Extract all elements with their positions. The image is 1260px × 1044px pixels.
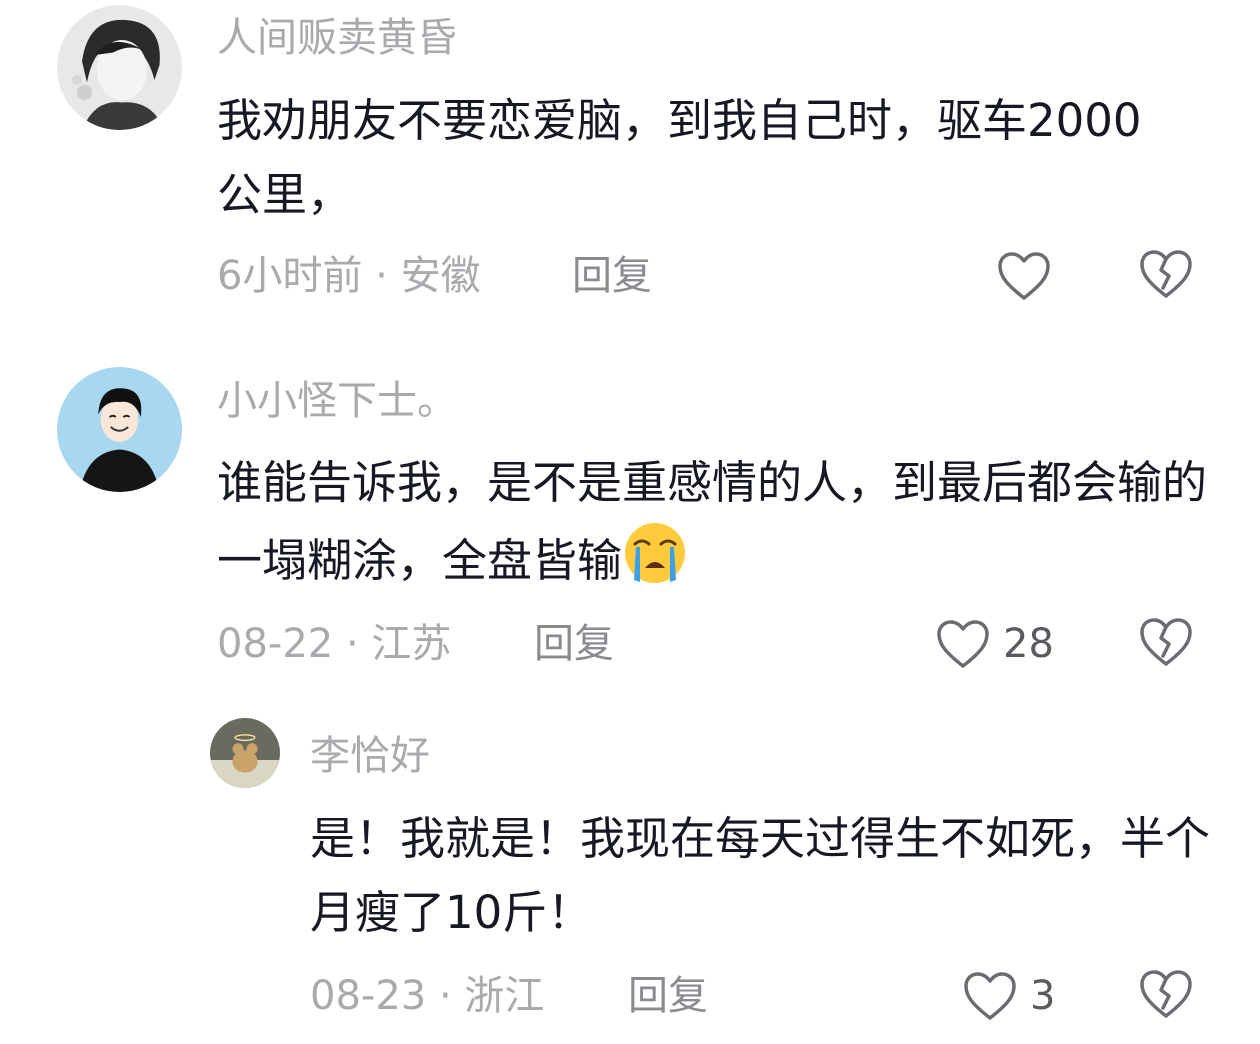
- dislike-button[interactable]: [1138, 968, 1194, 1020]
- meta-separator: ·: [333, 621, 372, 667]
- like-button[interactable]: 28: [935, 616, 1054, 672]
- like-button[interactable]: 3: [962, 968, 1055, 1024]
- comment-time: 6小时前: [217, 253, 363, 299]
- reply-button[interactable]: 回复: [572, 252, 652, 300]
- user-avatar[interactable]: [57, 5, 182, 130]
- meta-separator: ·: [426, 973, 465, 1019]
- comment-meta: 08-22 · 江苏: [217, 620, 451, 668]
- comment-meta: 08-23 · 浙江: [310, 972, 544, 1020]
- comment-text-body: 谁能告诉我，是不是重感情的人，到最后都会输的一塌糊涂，全盘皆输: [217, 456, 1208, 587]
- heart-icon: [964, 972, 1016, 1020]
- broken-heart-icon: [1140, 250, 1192, 298]
- like-count: 28: [1003, 621, 1054, 667]
- reply-button[interactable]: 回复: [628, 972, 708, 1020]
- broken-heart-icon: [1140, 970, 1192, 1018]
- like-button[interactable]: [996, 248, 1052, 304]
- meta-separator: ·: [362, 253, 401, 299]
- comment-text: 是！我就是！我现在每天过得生不如死，半个月瘦了10斤！: [310, 812, 1211, 939]
- username[interactable]: 小小怪下士。: [217, 377, 457, 425]
- dislike-button[interactable]: [1138, 248, 1194, 300]
- comment-text: 我劝朋友不要恋爱脑，到我自己时，驱车2000公里，: [217, 94, 1142, 221]
- user-avatar[interactable]: [57, 367, 182, 492]
- comment-location: 安徽: [400, 253, 481, 299]
- username[interactable]: 人间贩卖黄昏: [217, 14, 457, 62]
- comment-text: 谁能告诉我，是不是重感情的人，到最后都会输的一塌糊涂，全盘皆输: [217, 446, 1207, 608]
- username[interactable]: 李恰好: [310, 732, 430, 780]
- comment-time: 08-22: [217, 621, 334, 667]
- loudly-crying-face-emoji: [622, 520, 688, 608]
- broken-heart-icon: [1140, 618, 1192, 666]
- comment-time: 08-23: [310, 973, 427, 1019]
- like-count: 3: [1030, 973, 1056, 1019]
- comment-location: 浙江: [464, 973, 545, 1019]
- comment-meta: 6小时前 · 安徽: [217, 252, 481, 300]
- user-avatar[interactable]: [210, 718, 280, 788]
- reply-button[interactable]: 回复: [534, 620, 614, 668]
- heart-icon: [937, 620, 989, 668]
- comment-location: 江苏: [371, 621, 452, 667]
- heart-icon: [998, 252, 1050, 300]
- dislike-button[interactable]: [1138, 616, 1194, 668]
